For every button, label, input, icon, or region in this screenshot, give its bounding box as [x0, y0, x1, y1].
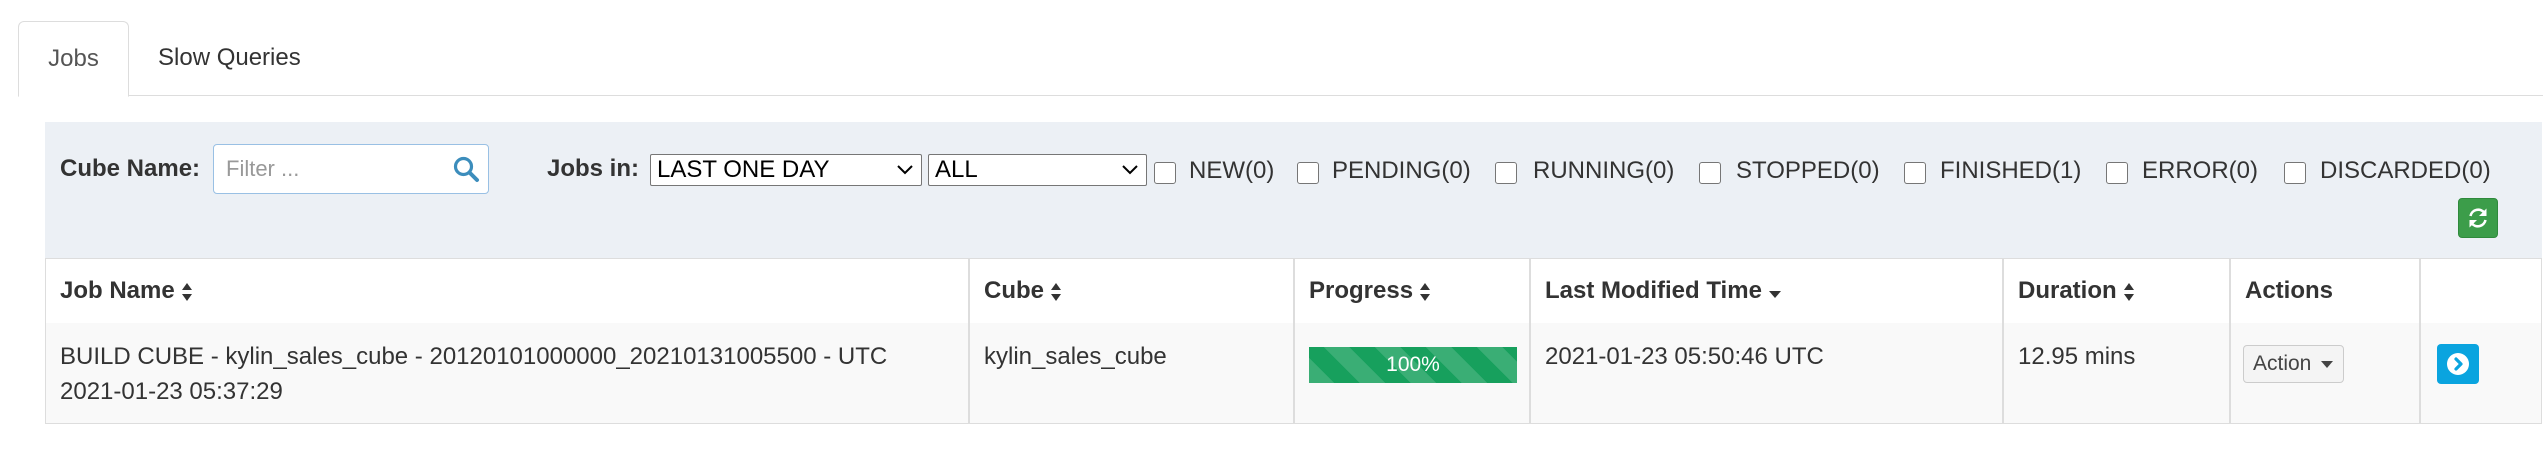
status-discarded-label: DISCARDED(0): [2320, 157, 2491, 184]
status-running-checkbox[interactable]: [1495, 162, 1517, 184]
scope-select[interactable]: ALL: [928, 154, 1147, 186]
status-finished-checkbox[interactable]: [1904, 162, 1926, 184]
cube-name-input[interactable]: [224, 145, 443, 193]
column-divider: [1529, 259, 1531, 423]
scope-value: ALL: [935, 156, 978, 183]
column-header-progress[interactable]: Progress: [1309, 277, 1431, 305]
status-stopped-checkbox[interactable]: [1699, 162, 1721, 184]
sort-icon: [2123, 282, 2134, 301]
status-stopped-label: STOPPED(0): [1736, 157, 1880, 184]
job-detail-button[interactable]: [2437, 344, 2479, 384]
sort-down-icon: [1768, 290, 1781, 298]
action-dropdown-button[interactable]: Action: [2243, 345, 2344, 383]
column-header-label: Cube: [984, 277, 1044, 304]
sort-icon: [181, 282, 192, 301]
status-error-checkbox[interactable]: [2106, 162, 2128, 184]
column-divider: [2419, 259, 2421, 423]
cube-name-cell: kylin_sales_cube: [984, 343, 1167, 370]
progress-label: 100%: [1386, 353, 1440, 376]
action-label: Action: [2253, 352, 2312, 375]
chevron-circle-right-icon: [2447, 353, 2469, 375]
status-discarded-checkbox[interactable]: [2284, 162, 2306, 184]
column-header-actions: Actions: [2245, 277, 2334, 304]
time-range-value: LAST ONE DAY: [657, 156, 830, 183]
column-divider: [1293, 259, 1295, 423]
status-finished-label: FINISHED(1): [1940, 157, 2082, 184]
tab-bar: Jobs Slow Queries: [18, 21, 2543, 97]
cube-name-label: Cube Name:: [60, 155, 201, 182]
column-header-label: Duration: [2018, 277, 2117, 304]
cube-name-filter[interactable]: [213, 144, 489, 194]
column-header-last-modified[interactable]: Last Modified Time: [1545, 277, 1782, 305]
column-header-label: Job Name: [60, 277, 175, 304]
job-name-line-2: 2021-01-23 05:37:29: [60, 378, 283, 405]
last-modified-cell: 2021-01-23 05:50:46 UTC: [1545, 343, 1824, 370]
chevron-down-icon: [1122, 165, 1138, 175]
jobs-in-label: Jobs in:: [547, 155, 640, 182]
tab-jobs[interactable]: Jobs: [18, 21, 129, 97]
tab-slow-queries[interactable]: Slow Queries: [158, 21, 348, 95]
filter-panel: Cube Name: Jobs in: LAST ONE DAY ALL NEW…: [45, 122, 2542, 258]
column-divider: [2229, 259, 2231, 423]
column-divider: [2002, 259, 2004, 423]
status-error-label: ERROR(0): [2142, 157, 2259, 184]
column-header-job-name[interactable]: Job Name: [60, 277, 193, 305]
search-icon[interactable]: [452, 155, 480, 183]
column-header-duration[interactable]: Duration: [2018, 277, 2135, 305]
status-pending-checkbox[interactable]: [1297, 162, 1319, 184]
refresh-icon: [2469, 208, 2487, 228]
duration-cell: 12.95 mins: [2018, 343, 2136, 370]
status-pending-label: PENDING(0): [1332, 157, 1471, 184]
sort-icon: [1051, 282, 1061, 301]
column-header-cube[interactable]: Cube: [984, 277, 1062, 305]
caret-down-icon: [2321, 361, 2333, 368]
column-header-label: Last Modified Time: [1545, 277, 1762, 304]
status-new-label: NEW(0): [1189, 157, 1275, 184]
refresh-button[interactable]: [2458, 198, 2498, 238]
sort-icon: [1420, 282, 1431, 301]
status-new-checkbox[interactable]: [1154, 162, 1176, 184]
job-name-line-1: BUILD CUBE - kylin_sales_cube - 20120101…: [60, 343, 888, 370]
chevron-down-icon: [897, 165, 913, 175]
status-running-label: RUNNING(0): [1533, 157, 1675, 184]
column-divider: [968, 259, 970, 423]
column-header-label: Progress: [1309, 277, 1414, 304]
progress-bar: 100%: [1309, 347, 1517, 383]
time-range-select[interactable]: LAST ONE DAY: [650, 154, 922, 186]
jobs-table: Job Name Cube Progress Last Modified Tim…: [45, 258, 2542, 424]
